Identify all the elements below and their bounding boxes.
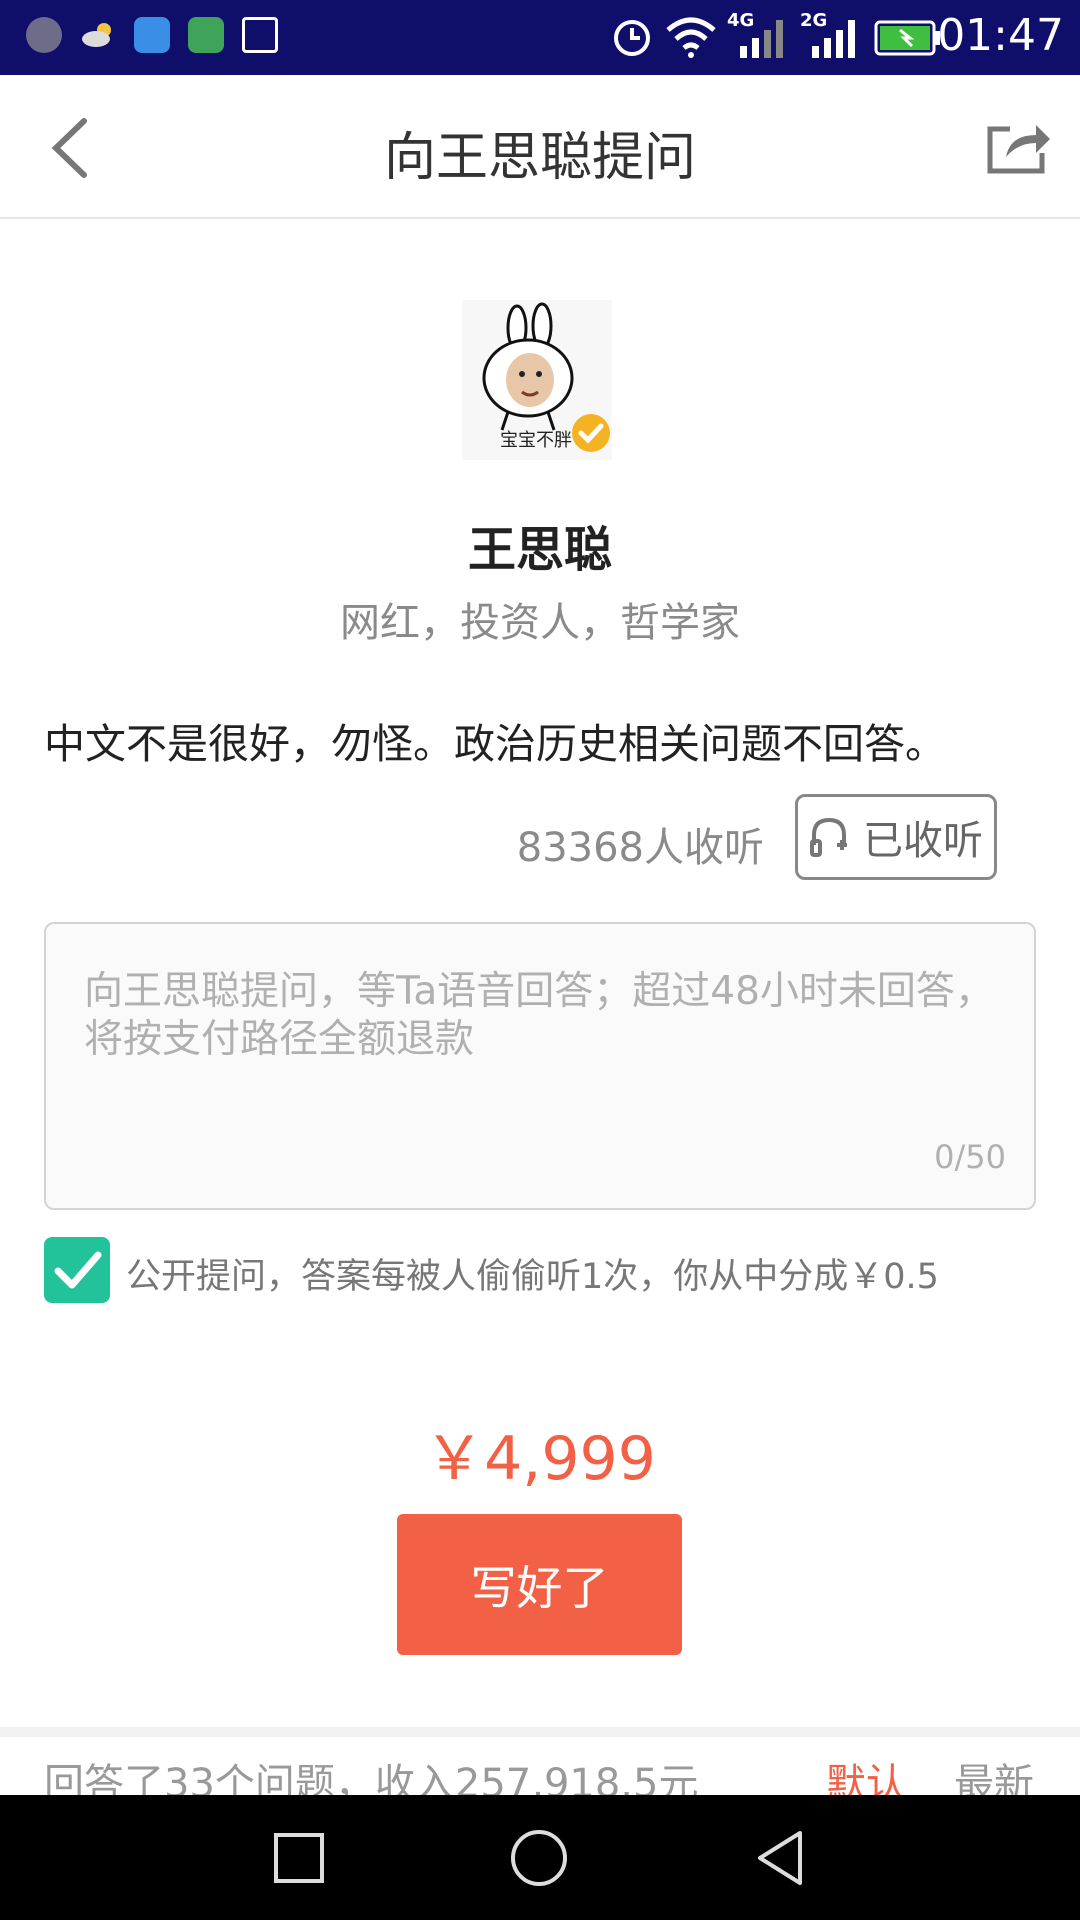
answers-summary: 回答了33个问题，收入257,918.5元 bbox=[44, 1761, 699, 1795]
security-app-icon bbox=[26, 17, 62, 53]
battery-app-icon bbox=[188, 17, 224, 53]
avatar-caption: 宝宝不胖 bbox=[500, 430, 572, 451]
alarm-icon bbox=[614, 20, 650, 56]
char-counter: 0/50 bbox=[934, 1138, 1006, 1176]
public-question-label[interactable]: 公开提问，答案每被人偷偷听1次，你从中分成￥0.5 bbox=[126, 1248, 939, 1299]
expert-name: 王思聪 bbox=[467, 522, 612, 578]
expert-bio: 中文不是很好，勿怪。政治历史相关问题不回答。 bbox=[44, 720, 946, 768]
signal-4g-icon bbox=[740, 20, 783, 58]
battery-icon bbox=[874, 20, 940, 56]
listener-count: 83368人收听 bbox=[516, 825, 764, 871]
health-app-icon bbox=[134, 17, 170, 53]
question-input[interactable] bbox=[84, 968, 994, 1128]
question-box: 0/50 bbox=[44, 922, 1036, 1210]
recent-apps-icon[interactable] bbox=[268, 1827, 330, 1889]
wifi-icon bbox=[666, 17, 716, 58]
subscribe-button[interactable]: 已收听 bbox=[795, 794, 997, 880]
checkmark-icon bbox=[54, 1251, 102, 1289]
public-question-checkbox[interactable] bbox=[44, 1237, 110, 1303]
status-bar: 4G 2G 01:47 bbox=[0, 0, 1080, 75]
top-bar: 向王思聪提问 bbox=[0, 75, 1080, 219]
system-nav-bar bbox=[0, 1795, 1080, 1920]
price: ￥4,999 bbox=[424, 1424, 656, 1494]
answers-summary-bar: 回答了33个问题，收入257,918.5元 默认 最新 bbox=[0, 1737, 1080, 1795]
home-icon[interactable] bbox=[508, 1827, 570, 1889]
back-nav-icon[interactable] bbox=[750, 1827, 812, 1889]
signal-2g-icon bbox=[812, 20, 855, 58]
subscribe-button-label: 已收听 bbox=[863, 818, 983, 864]
avatar[interactable]: 宝宝不胖 bbox=[462, 300, 612, 460]
clock: 01:47 bbox=[937, 10, 1064, 61]
headphones-icon bbox=[810, 817, 847, 857]
sort-newest-tab[interactable]: 最新 bbox=[954, 1751, 1034, 1795]
expert-tags: 网红，投资人，哲学家 bbox=[340, 600, 740, 646]
gallery-icon bbox=[242, 17, 278, 53]
verified-icon bbox=[572, 414, 610, 452]
share-icon[interactable] bbox=[984, 117, 1052, 177]
page-title: 向王思聪提问 bbox=[383, 128, 696, 188]
weather-icon bbox=[80, 17, 116, 53]
divider bbox=[0, 1727, 1080, 1737]
submit-button[interactable]: 写好了 bbox=[397, 1514, 682, 1655]
sort-default-tab[interactable]: 默认 bbox=[826, 1751, 906, 1795]
